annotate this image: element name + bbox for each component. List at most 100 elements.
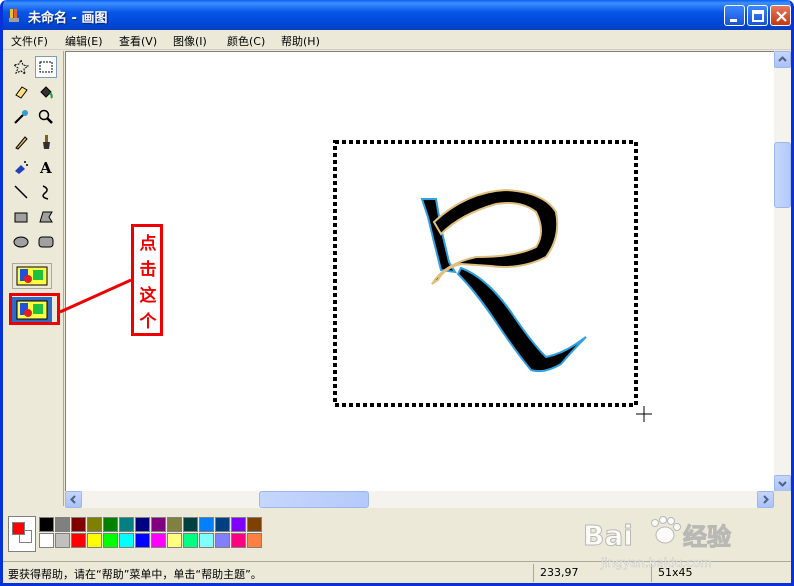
scroll-down-button[interactable]	[774, 475, 791, 492]
menu-edit[interactable]: 编辑(E)	[65, 33, 103, 49]
palette-swatch[interactable]	[55, 517, 70, 532]
palette-swatch[interactable]	[215, 517, 230, 532]
palette-swatch[interactable]	[39, 533, 54, 548]
rectangle-icon	[14, 212, 28, 223]
annotation-highlight-box	[9, 293, 60, 325]
palette-swatch[interactable]	[199, 517, 214, 532]
curve-tool[interactable]	[35, 181, 57, 203]
paw-icon	[651, 516, 681, 544]
palette-swatch[interactable]	[151, 517, 166, 532]
palette-swatch[interactable]	[183, 517, 198, 532]
palette-swatch[interactable]	[119, 533, 134, 548]
paint-window: 未命名 - 画图 文件(F) 编辑(E) 查看(V) 图像(I) 颜色(C) 帮…	[0, 0, 794, 586]
palette-swatch[interactable]	[151, 533, 166, 548]
scroll-left-button[interactable]	[65, 491, 82, 508]
chevron-up-icon	[778, 56, 787, 62]
magnifier-tool[interactable]	[35, 106, 57, 128]
magnifier-icon	[38, 109, 53, 124]
ellipse-icon	[13, 236, 29, 248]
rounded-rectangle-tool[interactable]	[35, 231, 57, 253]
chevron-right-icon	[763, 495, 769, 504]
eraser-tool[interactable]	[10, 81, 32, 103]
palette-swatch[interactable]	[231, 533, 246, 548]
close-icon	[776, 11, 787, 22]
palette-swatch[interactable]	[135, 517, 150, 532]
palette-swatch[interactable]	[183, 533, 198, 548]
minimize-icon	[730, 19, 737, 22]
vertical-scroll-thumb[interactable]	[774, 142, 791, 208]
palette-swatch[interactable]	[135, 533, 150, 548]
pencil-icon	[15, 136, 28, 150]
color-picker-icon	[14, 110, 28, 124]
palette-swatch[interactable]	[103, 533, 118, 548]
opaque-selection-option[interactable]	[12, 263, 52, 289]
palette-swatch[interactable]	[247, 517, 262, 532]
text-icon: A	[39, 159, 52, 175]
pencil-tool[interactable]	[10, 131, 32, 153]
color-picker-tool[interactable]	[10, 106, 32, 128]
palette-swatch[interactable]	[167, 533, 182, 548]
polygon-tool[interactable]	[35, 206, 57, 228]
fill-bucket-tool[interactable]	[35, 81, 57, 103]
minimize-button[interactable]	[724, 5, 745, 26]
window-title: 未命名 - 画图	[28, 11, 108, 26]
horizontal-scroll-thumb[interactable]	[259, 491, 369, 508]
menu-help[interactable]: 帮助(H)	[281, 33, 320, 49]
brush-icon	[43, 135, 50, 149]
brush-tool[interactable]	[35, 131, 57, 153]
crosshair-cursor	[636, 406, 652, 422]
palette-swatch[interactable]	[119, 517, 134, 532]
eraser-icon	[15, 86, 28, 99]
drawn-r-shape	[420, 188, 587, 373]
line-tool[interactable]	[10, 181, 32, 203]
annotation-char: 击	[139, 260, 157, 280]
palette-swatch[interactable]	[167, 517, 182, 532]
palette-swatch[interactable]	[87, 533, 102, 548]
menu-bar: 文件(F) 编辑(E) 查看(V) 图像(I) 颜色(C) 帮助(H)	[3, 30, 791, 50]
menu-image[interactable]: 图像(I)	[173, 33, 207, 49]
selection-marquee[interactable]	[333, 140, 638, 407]
palette-swatch[interactable]	[247, 533, 262, 548]
free-form-select-icon	[13, 59, 29, 75]
menu-view[interactable]: 查看(V)	[119, 33, 157, 49]
maximize-button[interactable]	[747, 5, 768, 26]
rounded-rectangle-icon	[38, 236, 54, 248]
rectangle-select-tool[interactable]	[35, 56, 57, 78]
palette-swatch[interactable]	[103, 517, 118, 532]
palette-swatch[interactable]	[215, 533, 230, 548]
menu-colors[interactable]: 颜色(C)	[227, 33, 265, 49]
opaque-selection-icon	[16, 266, 48, 286]
palette-swatch[interactable]	[87, 517, 102, 532]
fill-bucket-icon	[40, 86, 53, 99]
baidu-watermark: Bai 经验 jingyan.baidu.com	[583, 516, 732, 570]
chevron-left-icon	[70, 495, 76, 504]
palette-swatch[interactable]	[71, 517, 86, 532]
annotation-char: 这	[139, 286, 157, 306]
palette-swatch[interactable]	[199, 533, 214, 548]
menu-file[interactable]: 文件(F)	[11, 33, 48, 49]
annotation-char: 点	[139, 234, 157, 254]
paint-app-icon	[9, 9, 19, 22]
text-tool[interactable]: A	[35, 156, 57, 178]
annotation-char: 个	[139, 312, 157, 332]
chevron-down-icon	[778, 481, 787, 487]
status-help-text: 要获得帮助，请在“帮助”菜单中，单击“帮助主题”。	[8, 568, 262, 581]
palette-swatch[interactable]	[71, 533, 86, 548]
title-bar[interactable]: 未命名 - 画图	[3, 0, 791, 30]
vertical-scrollbar[interactable]	[774, 51, 791, 492]
watermark-brand-cn: 经验	[683, 523, 731, 551]
scroll-up-button[interactable]	[774, 51, 791, 68]
scroll-right-button[interactable]	[757, 491, 774, 508]
palette-swatch[interactable]	[55, 533, 70, 548]
current-colors[interactable]	[8, 516, 36, 552]
ellipse-tool[interactable]	[10, 231, 32, 253]
horizontal-scrollbar[interactable]	[65, 491, 774, 508]
palette-swatch[interactable]	[231, 517, 246, 532]
airbrush-tool[interactable]	[10, 156, 32, 178]
drawing-canvas[interactable]	[65, 51, 776, 492]
line-icon	[14, 185, 28, 199]
free-form-select-tool[interactable]	[10, 56, 32, 78]
palette-swatch[interactable]	[39, 517, 54, 532]
close-button[interactable]	[770, 5, 791, 26]
rectangle-tool[interactable]	[10, 206, 32, 228]
